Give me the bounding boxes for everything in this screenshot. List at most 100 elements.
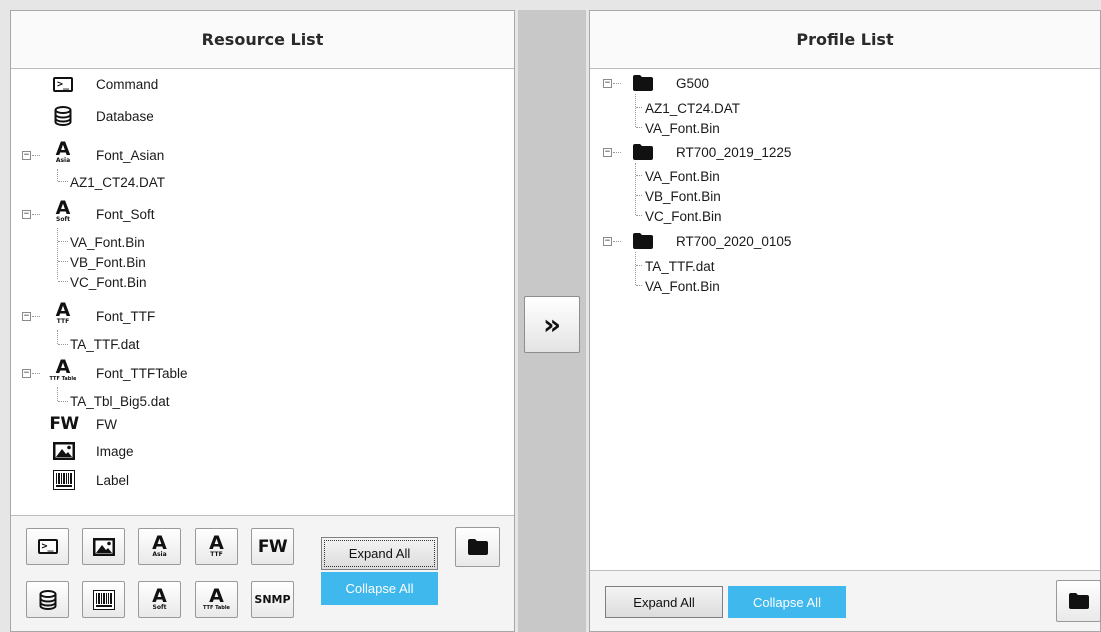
tree-child-label: TA_TTF.dat xyxy=(70,336,140,352)
font-ttf-icon: A xyxy=(209,532,224,554)
font-asian-icon: A xyxy=(152,532,167,554)
transfer-button[interactable]: » xyxy=(524,296,580,353)
collapse-toggle-icon[interactable]: − xyxy=(22,210,31,219)
folder-icon xyxy=(467,539,488,555)
fw-icon: FW xyxy=(49,414,79,434)
tree-child-item[interactable]: VA_Font.Bin xyxy=(590,166,1100,186)
terminal-icon: >_ xyxy=(37,539,58,554)
collapse-toggle-icon[interactable]: − xyxy=(22,369,31,378)
tree-item-font-soft[interactable]: − A Soft Font_Soft xyxy=(11,199,514,224)
tree-child-label: VA_Font.Bin xyxy=(70,234,145,250)
tree-child-item[interactable]: TA_Tbl_Big5.dat xyxy=(11,391,514,411)
add-label-button[interactable] xyxy=(82,581,125,618)
profile-panel: Profile List − G500 AZ1_CT24.DAT VA_Font… xyxy=(589,10,1101,632)
font-soft-icon: A Soft xyxy=(55,197,71,223)
collapse-toggle-icon[interactable]: − xyxy=(22,312,31,321)
profile-toolbar: Expand All Collapse All xyxy=(590,570,1101,631)
profile-open-folder-button[interactable] xyxy=(1056,580,1101,622)
add-font-asian-button[interactable]: A Asia xyxy=(138,528,181,565)
tree-item-label: G500 xyxy=(676,75,710,91)
tree-item-label: RT700_2019_1225 xyxy=(676,144,792,160)
tree-child-item[interactable]: VA_Font.Bin xyxy=(590,118,1100,138)
add-font-soft-button[interactable]: A Soft xyxy=(138,581,181,618)
tree-item-label: RT700_2020_0105 xyxy=(676,233,792,249)
tree-child-item[interactable]: VA_Font.Bin xyxy=(11,232,514,252)
tree-child-label: VA_Font.Bin xyxy=(645,120,720,136)
tree-child-item[interactable]: VB_Font.Bin xyxy=(11,252,514,272)
add-font-ttftable-button[interactable]: A TTF Table xyxy=(195,581,238,618)
collapse-toggle-icon[interactable]: − xyxy=(22,151,31,160)
resource-list-title: Resource List xyxy=(11,11,514,69)
tree-child-item[interactable]: AZ1_CT24.DAT xyxy=(590,98,1100,118)
tree-child-label: TA_Tbl_Big5.dat xyxy=(70,393,170,409)
tree-item-label: Label xyxy=(96,472,130,488)
profile-collapse-all-button[interactable]: Collapse All xyxy=(728,586,846,618)
tree-item-label: Font_Soft xyxy=(96,206,155,222)
tree-item-label: FW xyxy=(96,416,117,432)
tree-child-item[interactable]: AZ1_CT24.DAT xyxy=(11,172,514,192)
tree-child-label: TA_TTF.dat xyxy=(645,258,715,274)
tree-item-label: Image xyxy=(96,443,134,459)
tree-child-label: VC_Font.Bin xyxy=(70,274,147,290)
image-icon xyxy=(92,537,115,556)
tree-item-label: Command xyxy=(96,76,159,92)
add-font-ttf-button[interactable]: A TTF xyxy=(195,528,238,565)
tree-item-database[interactable]: Database xyxy=(11,106,514,126)
tree-child-item[interactable]: TA_TTF.dat xyxy=(590,256,1100,276)
add-fw-button[interactable]: FW xyxy=(251,528,294,565)
tree-item-fw[interactable]: FW FW xyxy=(11,414,514,434)
tree-child-item[interactable]: VC_Font.Bin xyxy=(11,272,514,292)
image-icon xyxy=(51,442,77,460)
tree-child-label: VB_Font.Bin xyxy=(70,254,146,270)
tree-item-label: Font_TTF xyxy=(96,308,156,324)
database-icon xyxy=(39,589,56,610)
terminal-icon: >_ xyxy=(51,76,75,92)
profile-item-g500[interactable]: − G500 xyxy=(590,73,1100,93)
tree-child-label: VC_Font.Bin xyxy=(645,208,722,224)
tree-item-font-ttf[interactable]: − A TTF Font_TTF xyxy=(11,301,514,326)
tree-child-label: VA_Font.Bin xyxy=(645,278,720,294)
font-asian-icon: A Asia xyxy=(55,138,71,164)
font-ttf-icon: A TTF xyxy=(55,299,71,325)
tree-item-font-ttftable[interactable]: − A TTF Table Font_TTFTable xyxy=(11,358,514,383)
barcode-icon xyxy=(92,589,115,610)
tree-item-font-asian[interactable]: − A Asia Font_Asian xyxy=(11,140,514,165)
tree-child-item[interactable]: VC_Font.Bin xyxy=(590,206,1100,226)
tree-item-label-resource[interactable]: Label xyxy=(11,470,514,490)
tree-child-item[interactable]: TA_TTF.dat xyxy=(11,334,514,354)
tree-item-label: Font_TTFTable xyxy=(96,365,188,381)
expand-all-button[interactable]: Expand All xyxy=(321,537,438,570)
tree-item-image[interactable]: Image xyxy=(11,441,514,461)
profile-item-rt700-2020[interactable]: − RT700_2020_0105 xyxy=(590,231,1100,251)
tree-child-item[interactable]: VB_Font.Bin xyxy=(590,186,1100,206)
collapse-toggle-icon[interactable]: − xyxy=(603,148,612,157)
tree-child-label: AZ1_CT24.DAT xyxy=(645,100,741,116)
collapse-toggle-icon[interactable]: − xyxy=(603,79,612,88)
tree-child-label: VB_Font.Bin xyxy=(645,188,721,204)
barcode-icon xyxy=(51,470,77,490)
profile-list-title: Profile List xyxy=(590,11,1100,69)
font-soft-icon: A xyxy=(152,585,167,607)
folder-icon xyxy=(632,233,654,249)
folder-icon xyxy=(632,75,654,91)
open-folder-button[interactable] xyxy=(455,527,500,567)
add-image-button[interactable] xyxy=(82,528,125,565)
collapse-all-button[interactable]: Collapse All xyxy=(321,572,438,605)
folder-icon xyxy=(632,144,654,160)
add-command-button[interactable]: >_ xyxy=(26,528,69,565)
tree-child-item[interactable]: VA_Font.Bin xyxy=(590,276,1100,296)
collapse-toggle-icon[interactable]: − xyxy=(603,237,612,246)
add-database-button[interactable] xyxy=(26,581,69,618)
profile-expand-all-button[interactable]: Expand All xyxy=(605,586,723,618)
profile-item-rt700-2019[interactable]: − RT700_2019_1225 xyxy=(590,142,1100,162)
folder-icon xyxy=(1068,593,1089,609)
tree-item-command[interactable]: >_ Command xyxy=(11,74,514,94)
add-snmp-button[interactable]: SNMP xyxy=(251,581,294,618)
font-ttftable-icon: A TTF Table xyxy=(49,356,77,383)
font-ttftable-icon: A xyxy=(209,585,224,607)
tree-item-label: Font_Asian xyxy=(96,147,165,163)
tree-item-label: Database xyxy=(96,108,154,124)
resource-panel: Resource List >_ Command Database − A Asi… xyxy=(10,10,515,632)
database-icon xyxy=(51,106,75,126)
tree-child-label: AZ1_CT24.DAT xyxy=(70,174,166,190)
